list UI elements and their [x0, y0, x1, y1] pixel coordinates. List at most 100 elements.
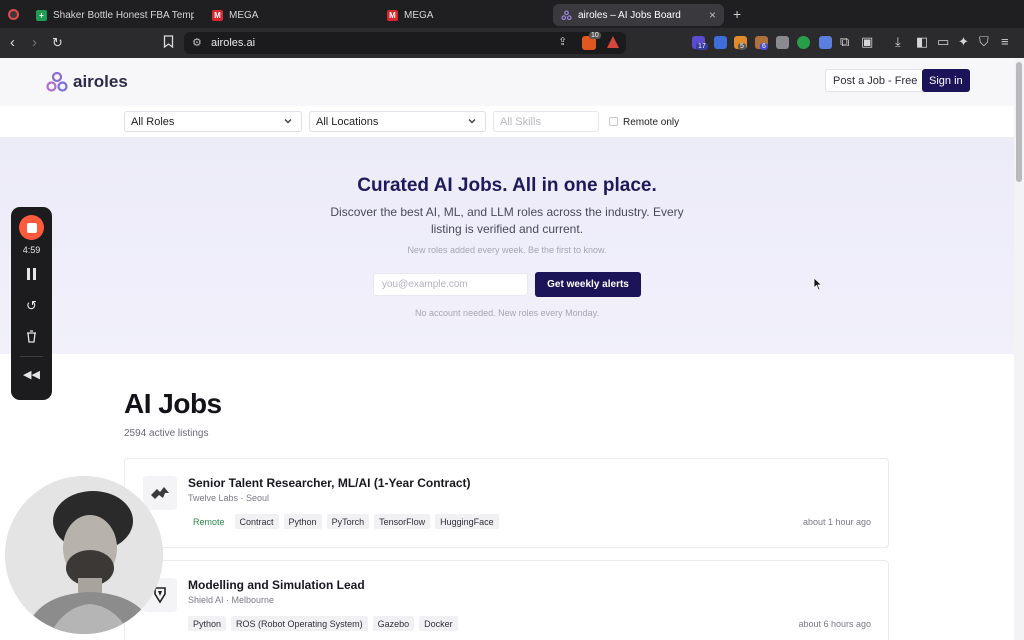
job-tag: Python: [283, 514, 322, 529]
forward-icon[interactable]: ›: [32, 35, 37, 50]
recorder-divider: [20, 356, 43, 357]
chevron-down-icon: [284, 119, 292, 124]
weekly-alerts-button[interactable]: Get weekly alerts: [535, 272, 641, 297]
hero-title: Curated AI Jobs. All in one place.: [357, 175, 657, 196]
tab-title: Shaker Bottle Honest FBA Templat: [53, 9, 194, 21]
recording-timer: 4:59: [22, 245, 41, 255]
job-title[interactable]: Modelling and Simulation Lead: [188, 578, 365, 592]
bookmark-icon[interactable]: [163, 35, 174, 52]
vpn-icon[interactable]: ⛉: [979, 34, 989, 49]
trash-icon[interactable]: [11, 330, 52, 346]
job-tag: Python: [188, 616, 227, 631]
job-tags: Python ROS (Robot Operating System) Gaze…: [188, 616, 458, 631]
tab-airoles[interactable]: airoles – AI Jobs Board ×: [553, 4, 724, 26]
hero-section: Curated AI Jobs. All in one place. Disco…: [0, 138, 1014, 354]
new-tab-button[interactable]: +: [733, 6, 741, 22]
job-tag: Docker: [419, 616, 458, 631]
site-logo[interactable]: airoles: [46, 71, 128, 93]
tab-mega-2[interactable]: M MEGA: [379, 4, 539, 26]
brave-shields-count: 10: [589, 32, 601, 39]
twelve-labs-logo-icon: [151, 487, 169, 499]
reader-icon[interactable]: ▣: [861, 34, 873, 49]
address-bar[interactable]: ⚙ airoles.ai ⇪ 10: [184, 32, 626, 54]
job-tag-remote: Remote: [188, 514, 230, 529]
wallet-icon[interactable]: ▭: [937, 34, 949, 49]
tab-shaker-bottle[interactable]: + Shaker Bottle Honest FBA Templat: [28, 4, 194, 26]
airoles-icon: [561, 9, 572, 21]
job-tag: PyTorch: [326, 514, 370, 529]
job-tag: HuggingFace: [435, 514, 499, 529]
share-icon[interactable]: ⇪: [558, 35, 567, 48]
browser-toolbar: ‹ › ↻ ⚙ airoles.ai ⇪ 10 17 5 6 ⧉ ▣ ⤓ ◧ ▭…: [0, 28, 1024, 58]
locations-select[interactable]: All Locations: [309, 111, 486, 132]
hero-footnote: No account needed. New roles every Monda…: [415, 308, 599, 318]
pause-icon[interactable]: [11, 268, 52, 283]
url-text: airoles.ai: [211, 37, 256, 49]
job-tags: Remote Contract Python PyTorch TensorFlo…: [188, 514, 499, 529]
menu-icon[interactable]: ≡: [1001, 34, 1009, 49]
page-scrollbar[interactable]: [1014, 58, 1024, 640]
job-company-location: Twelve Labs · Seoul: [188, 493, 270, 503]
extension-icon[interactable]: [714, 36, 727, 49]
extensions-puzzle-icon[interactable]: ⧉: [840, 34, 849, 49]
mega-icon: M: [212, 9, 223, 21]
job-tag: Contract: [234, 514, 279, 529]
job-card[interactable]: Modelling and Simulation Lead Shield AI …: [124, 560, 889, 640]
roles-select-value: All Roles: [131, 115, 175, 128]
chevron-down-icon: [468, 119, 476, 124]
sign-in-button[interactable]: Sign in: [922, 69, 970, 92]
close-tab-icon[interactable]: ×: [709, 8, 716, 22]
webcam-person-image: [5, 476, 163, 634]
download-icon[interactable]: ⤓: [895, 34, 901, 49]
email-field[interactable]: you@example.com: [373, 273, 528, 296]
restart-icon[interactable]: ↺: [11, 299, 52, 313]
job-posted-time: about 1 hour ago: [802, 517, 871, 527]
post-job-button[interactable]: Post a Job - Free: [825, 69, 926, 92]
webcam-bubble[interactable]: [5, 476, 163, 634]
mouse-cursor-icon: [813, 277, 823, 291]
hero-note: New roles added every week. Be the first…: [407, 245, 607, 255]
tab-title: airoles – AI Jobs Board: [578, 9, 681, 21]
extension-icon[interactable]: [819, 36, 832, 49]
job-posted-time: about 6 hours ago: [798, 619, 871, 629]
brand-name: airoles: [73, 72, 128, 91]
reload-icon[interactable]: ↻: [52, 35, 63, 50]
mega-icon: M: [387, 9, 398, 21]
screen-recorder-panel: 4:59 ↺ ◀◀: [11, 207, 52, 400]
scrollbar-thumb[interactable]: [1016, 62, 1022, 182]
jobs-heading: AI Jobs: [124, 388, 222, 419]
skills-input[interactable]: All Skills: [493, 111, 599, 132]
tab-mega-1[interactable]: M MEGA: [204, 4, 364, 26]
company-logo: [143, 476, 177, 510]
extension-badge: 17: [696, 43, 708, 50]
remote-only-checkbox[interactable]: [609, 117, 618, 126]
extension-badge: 6: [760, 43, 768, 50]
tab-title: MEGA: [229, 9, 259, 21]
sidebar-icon[interactable]: ◧: [916, 34, 928, 49]
job-tag: TensorFlow: [374, 514, 431, 529]
site-settings-icon[interactable]: ⚙: [192, 36, 202, 49]
locations-select-value: All Locations: [316, 115, 379, 128]
airoles-logo-icon: [46, 71, 68, 92]
brave-rewards-icon[interactable]: [607, 36, 619, 48]
back-icon[interactable]: ‹: [10, 35, 15, 50]
hero-subtitle: Discover the best AI, ML, and LLM roles …: [330, 205, 684, 236]
listing-count: 2594 active listings: [124, 428, 209, 439]
tab-title: MEGA: [404, 9, 434, 21]
screen-recording-indicator-icon: [8, 9, 19, 20]
camera-extension-icon[interactable]: [776, 36, 789, 49]
filter-bar: All Roles All Locations All Skills Remot…: [0, 106, 1014, 138]
stop-recording-button[interactable]: [19, 215, 44, 240]
roles-select[interactable]: All Roles: [124, 111, 302, 132]
sheets-icon: +: [36, 9, 47, 21]
job-title[interactable]: Senior Talent Researcher, ML/AI (1-Year …: [188, 476, 471, 490]
site-header: airoles Post a Job - Free Sign in: [0, 58, 1014, 106]
remote-only-label[interactable]: Remote only: [623, 117, 679, 128]
extension-badge: 5: [738, 43, 746, 50]
job-card[interactable]: Senior Talent Researcher, ML/AI (1-Year …: [124, 458, 889, 548]
extension-icon[interactable]: [797, 36, 810, 49]
job-tag: Gazebo: [372, 616, 415, 631]
browser-tab-bar: + Shaker Bottle Honest FBA Templat M MEG…: [0, 0, 1024, 28]
rewind-icon[interactable]: ◀◀: [11, 368, 52, 382]
leo-ai-icon[interactable]: ✦: [958, 34, 969, 49]
